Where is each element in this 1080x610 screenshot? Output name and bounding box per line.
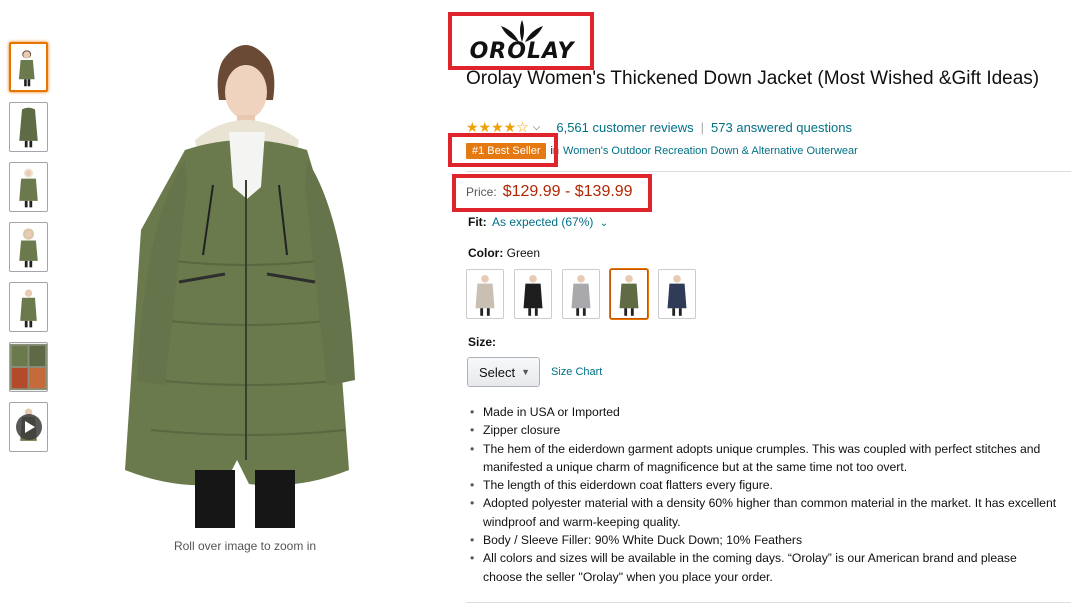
color-swatches [466, 269, 696, 319]
thumbnail-video[interactable] [9, 402, 48, 452]
list-item: All colors and sizes will be available i… [468, 549, 1058, 586]
size-chart-link[interactable]: Size Chart [551, 366, 602, 378]
size-label: Size: [468, 335, 497, 349]
list-item: Body / Sleeve Filler: 90% White Duck Dow… [468, 531, 1058, 550]
thumbnail-4[interactable] [9, 222, 48, 272]
price-value: $129.99 - $139.99 [502, 183, 633, 200]
size-dropdown-value: Select [479, 364, 516, 380]
color-row: Color: Green [468, 246, 540, 260]
color-value: Green [506, 246, 541, 260]
list-item: Adopted polyester material with a densit… [468, 494, 1058, 531]
price-label: Price: [466, 185, 497, 199]
fit-label: Fit: [468, 215, 487, 229]
brand-logo-text: OROLAY [469, 38, 575, 64]
product-title: Orolay Women's Thickened Down Jacket (Mo… [466, 68, 1040, 89]
play-icon[interactable] [15, 414, 42, 440]
star-rating-icon[interactable]: ★★★★☆ [466, 119, 529, 136]
swatch-beige[interactable] [466, 269, 504, 319]
price-row: Price: $129.99 - $139.99 [466, 183, 633, 201]
thumbnail-2[interactable] [9, 102, 48, 152]
fit-value-link[interactable]: As expected (67%) [492, 215, 593, 229]
fit-row: Fit: As expected (67%) ⌄ [468, 215, 608, 229]
divider [466, 171, 1071, 172]
answered-questions-link[interactable]: 573 answered questions [711, 120, 852, 135]
brand-logo[interactable]: OROLAY [452, 14, 592, 68]
list-item: Made in USA or Imported [468, 403, 1058, 422]
chevron-down-icon[interactable]: ⌄ [600, 218, 608, 229]
thumbnail-5[interactable] [9, 282, 48, 332]
chevron-down-icon: ▼ [521, 367, 531, 377]
swatch-black[interactable] [514, 269, 552, 319]
best-seller-row: #1 Best Seller in Women's Outdoor Recrea… [466, 143, 858, 159]
customer-reviews-link[interactable]: 6,561 customer reviews [556, 120, 693, 135]
rating-row: ★★★★☆ ⌵ 6,561 customer reviews | 573 ans… [466, 119, 852, 136]
chevron-down-icon[interactable]: ⌵ [533, 122, 541, 133]
size-dropdown[interactable]: Select ▼ [467, 357, 540, 387]
feature-bullets: Made in USA or Imported Zipper closure T… [468, 403, 1058, 586]
zoom-hint-text: Roll over image to zoom in [173, 539, 317, 553]
thumbnail-strip [9, 42, 49, 462]
swatch-grey[interactable] [562, 269, 600, 319]
list-item: The hem of the eiderdown garment adopts … [468, 440, 1058, 477]
thumbnail-6[interactable] [9, 342, 48, 392]
best-seller-in-text: in [550, 145, 560, 157]
list-item: The length of this eiderdown coat flatte… [468, 476, 1058, 495]
thumbnail-3[interactable] [9, 162, 48, 212]
thumbnail-1[interactable] [9, 42, 48, 92]
swatch-navy[interactable] [658, 269, 696, 319]
best-seller-badge: #1 Best Seller [466, 143, 547, 159]
color-label: Color: [468, 246, 504, 260]
best-seller-category-link[interactable]: Women's Outdoor Recreation Down & Altern… [563, 145, 858, 157]
separator: | [700, 120, 705, 135]
swatch-green[interactable] [610, 269, 648, 319]
list-item: Zipper closure [468, 421, 1058, 440]
main-product-image[interactable] [95, 20, 395, 530]
divider [466, 602, 1071, 603]
